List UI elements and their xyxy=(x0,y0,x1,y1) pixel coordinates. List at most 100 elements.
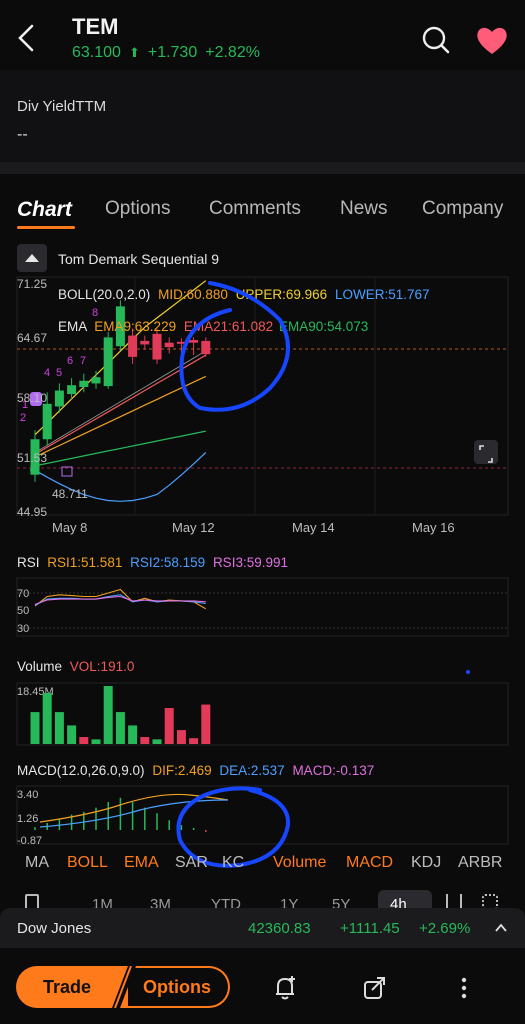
td-count: 2 xyxy=(20,412,26,424)
price-quote: 63.100 ⬆ +1.730 +2.82% xyxy=(72,44,260,62)
annotation-dot xyxy=(466,670,470,674)
options-button[interactable]: Options xyxy=(120,966,230,1008)
price-alert-bell-icon[interactable] xyxy=(271,974,299,1002)
indicator-kdj[interactable]: KDJ xyxy=(411,854,441,872)
tab-chart[interactable]: Chart xyxy=(17,198,72,222)
volume-bar xyxy=(152,739,162,744)
indicator-arbr[interactable]: ARBR xyxy=(458,854,502,872)
volume-bar xyxy=(115,712,125,744)
volume-bar xyxy=(67,725,77,744)
index-name: Dow Jones xyxy=(17,920,92,937)
rsi-tick: 50 xyxy=(17,605,29,617)
indicator-boll[interactable]: BOLL xyxy=(67,854,108,872)
index-ticker-bar[interactable]: Dow Jones 42360.83 +1111.45 +2.69% xyxy=(0,908,525,948)
boll-label: BOLL(20.0,2.0) xyxy=(58,287,150,302)
detail-tabs: Chart Options Comments News Company xyxy=(0,188,525,234)
header: TEM 63.100 ⬆ +1.730 +2.82% xyxy=(0,0,525,70)
indicator-name: Tom Demark Sequential 9 xyxy=(58,251,219,267)
candle-body xyxy=(42,403,52,440)
indicator-ma[interactable]: MA xyxy=(25,854,49,872)
volume-bar xyxy=(164,708,174,744)
indicator-macd[interactable]: MACD xyxy=(346,854,393,872)
candle-body xyxy=(91,377,101,384)
candle-body xyxy=(67,385,77,395)
indicator-collapse-icon xyxy=(17,244,47,272)
indicator-kc[interactable]: KC xyxy=(222,854,244,872)
volume-label: Volume xyxy=(17,659,62,674)
low-price-label: 48.711 xyxy=(52,487,88,501)
rsi-tick: 70 xyxy=(17,588,29,600)
rsi-legend: RSI RSI1:51.581 RSI2:58.159 RSI3:59.991 xyxy=(17,555,288,570)
volume-bar xyxy=(42,692,52,744)
section-divider xyxy=(0,162,525,174)
price-axis-label: 44.95 xyxy=(17,505,47,519)
rsi-label: RSI xyxy=(17,555,40,570)
bottom-action-bar: Trade Options xyxy=(0,948,525,1024)
price-axis-label: 51.53 xyxy=(17,451,47,465)
ema90-value: EMA90:54.073 xyxy=(279,319,368,334)
share-icon[interactable] xyxy=(360,974,388,1002)
active-tab-indicator xyxy=(17,226,75,229)
boll-mid-line xyxy=(34,375,207,458)
chart-canvas: 2 1 4 5 6 7 8 71.25 64.67 58.10 51.53 44… xyxy=(16,244,509,868)
fullscreen-icon[interactable] xyxy=(474,440,498,464)
tab-company[interactable]: Company xyxy=(422,198,503,220)
div-yield-value: -- xyxy=(17,126,28,143)
volume-bar xyxy=(103,686,113,744)
td-count: 8 xyxy=(92,307,98,319)
td-count: 5 xyxy=(56,367,62,379)
volume-bar xyxy=(140,737,150,744)
volume-bar xyxy=(30,712,40,744)
macd-value: MACD:-0.137 xyxy=(292,763,374,778)
ema-legend: EMA EMA9:63.229 EMA21:61.082 EMA90:54.07… xyxy=(58,319,368,334)
tab-comments[interactable]: Comments xyxy=(209,198,301,220)
date-label: May 12 xyxy=(172,520,215,535)
volume-value: VOL:191.0 xyxy=(70,659,135,674)
boll-mid: MID:60.880 xyxy=(158,287,228,302)
index-change: +1111.45 xyxy=(340,920,400,937)
date-label: May 14 xyxy=(292,520,335,535)
macd-dea-line xyxy=(39,799,229,828)
indicator-sar[interactable]: SAR xyxy=(175,854,208,872)
boll-lower: LOWER:51.767 xyxy=(335,287,430,302)
macd-legend: MACD(12.0,26.0,9.0) DIF:2.469 DEA:2.537 … xyxy=(17,763,374,778)
candle-body xyxy=(164,342,174,348)
rsi-tick: 30 xyxy=(17,623,29,635)
tab-options[interactable]: Options xyxy=(105,198,170,220)
candle-body xyxy=(128,335,138,357)
chevron-up-icon[interactable] xyxy=(494,921,508,935)
indicator-toggle-bar: MA BOLL EMA SAR KC Volume MACD KDJ ARBR xyxy=(0,850,525,878)
tab-news[interactable]: News xyxy=(340,198,388,220)
indicator-volume[interactable]: Volume xyxy=(273,854,326,872)
button-divider xyxy=(112,966,136,1008)
volume-bar xyxy=(91,739,101,744)
index-change-pct: +2.69% xyxy=(419,920,471,937)
chart-area[interactable]: 2 1 4 5 6 7 8 71.25 64.67 58.10 51.53 44… xyxy=(0,240,525,880)
rsi1-value: RSI1:51.581 xyxy=(47,555,122,570)
back-arrow-icon[interactable] xyxy=(12,20,42,56)
rsi2-value: RSI2:58.159 xyxy=(130,555,205,570)
candle-body xyxy=(54,390,64,407)
annotation-circle xyxy=(179,281,290,412)
more-options-icon[interactable] xyxy=(450,974,478,1002)
candle-body xyxy=(79,380,89,387)
rsi3-value: RSI3:59.991 xyxy=(213,555,288,570)
price-axis-label: 58.10 xyxy=(17,391,47,405)
ticker-symbol: TEM xyxy=(72,14,119,39)
rsi-line xyxy=(34,595,206,605)
date-label: May 16 xyxy=(412,520,455,535)
price-axis-label: 71.25 xyxy=(17,277,47,291)
favorite-heart-icon[interactable] xyxy=(474,24,510,56)
search-icon[interactable] xyxy=(420,24,452,56)
macd-dif: DIF:2.469 xyxy=(152,763,211,778)
candle-body xyxy=(189,340,199,343)
ema90-line xyxy=(34,430,206,467)
up-arrow-icon: ⬆ xyxy=(128,45,140,60)
td-count: 7 xyxy=(80,355,86,367)
volume-bar xyxy=(54,712,64,744)
price-axis-label: 64.67 xyxy=(17,331,47,345)
macd-tick: 1.26 xyxy=(17,813,38,825)
indicator-ema[interactable]: EMA xyxy=(124,854,159,872)
macd-label: MACD(12.0,26.0,9.0) xyxy=(17,763,145,778)
price-change-pct: +2.82% xyxy=(205,44,260,61)
